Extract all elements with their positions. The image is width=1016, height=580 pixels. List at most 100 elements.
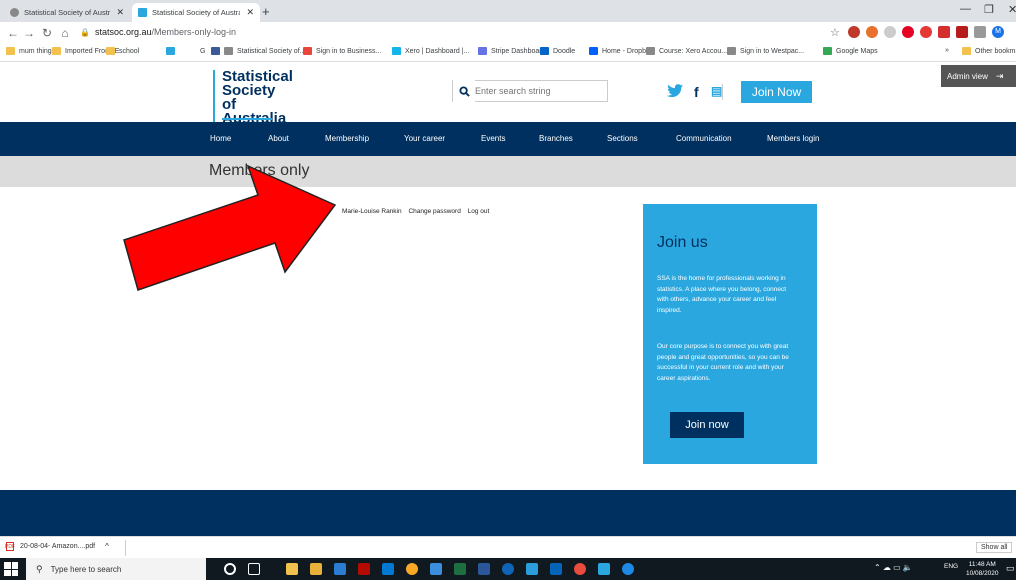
admin-view-button[interactable]: Admin view ⇥ [941, 65, 1016, 87]
minimize-icon[interactable]: — [960, 3, 971, 15]
change-password-link[interactable]: Change password [408, 208, 460, 215]
address-domain: statsoc.org.au [94, 27, 152, 37]
facebook-icon[interactable]: f [694, 84, 699, 100]
join-us-heading: Join us [657, 234, 708, 251]
chrome-icon[interactable] [406, 563, 418, 575]
close-icon[interactable]: ✕ [116, 7, 124, 18]
search-icon[interactable] [453, 80, 475, 102]
extension-pdf-icon[interactable] [956, 26, 968, 38]
bookmark-item[interactable]: Statistical Society of... [224, 47, 305, 55]
bookmark-item[interactable]: school [106, 47, 139, 55]
nav-item-events[interactable]: Events [481, 134, 505, 143]
extension-pinterest-icon[interactable] [902, 26, 914, 38]
tab-title: Statistical Society of Australia - M [152, 8, 241, 17]
cortana-icon[interactable] [224, 563, 236, 575]
page-title: Members only [209, 162, 310, 179]
bookmark-label: G [200, 47, 206, 55]
join-now-button[interactable]: Join Now [741, 81, 812, 103]
download-item[interactable]: PDF 20-08-04- Amazon....pdf ^ [5, 542, 109, 551]
taskbar-app-icon[interactable] [430, 563, 442, 575]
taskbar-app-icon[interactable] [598, 563, 610, 575]
user-name-link[interactable]: Marie-Louise Rankin [342, 208, 402, 215]
language-indicator[interactable]: ENG [944, 563, 958, 570]
forward-icon[interactable]: → [22, 26, 36, 40]
extension-shield-icon[interactable] [848, 26, 860, 38]
close-window-icon[interactable]: ✕ [1008, 3, 1016, 16]
taskbar-search[interactable]: ⚲ Type here to search [26, 558, 206, 580]
taskbar-search-placeholder: Type here to search [50, 564, 122, 574]
logo-rule [213, 70, 215, 122]
extension-brave-icon[interactable] [866, 26, 878, 38]
profile-avatar[interactable]: M [992, 26, 1004, 38]
chevron-up-icon[interactable]: ^ [105, 542, 109, 551]
nav-item-sections[interactable]: Sections [607, 134, 638, 143]
new-tab-button[interactable]: + [262, 4, 270, 19]
browser-toolbar: ← → ↻ ⌂ 🔒 statsoc.org.au /Members-only-l… [0, 22, 1016, 44]
restore-icon[interactable]: ❐ [984, 3, 994, 16]
close-icon[interactable]: ✕ [246, 7, 254, 18]
extension-adblock-icon[interactable] [920, 26, 932, 38]
bookmark-item[interactable]: Google Maps [823, 47, 878, 55]
back-icon[interactable]: ← [6, 26, 20, 40]
bookmark-item[interactable]: Xero | Dashboard |... [392, 47, 469, 55]
edge-icon[interactable] [502, 563, 514, 575]
taskbar-app-icon[interactable] [310, 563, 322, 575]
taskbar-app-icon[interactable] [622, 563, 634, 575]
twitter-icon[interactable] [667, 84, 683, 101]
bookmark-icon [303, 47, 312, 55]
nav-item-communication[interactable]: Communication [676, 134, 732, 143]
bookmark-item[interactable]: Course: Xero Accou... [646, 47, 727, 55]
chat-icon[interactable]: ▤ [711, 84, 722, 98]
browser-tab[interactable]: Statistical Society of Australia - I ✕ [4, 3, 130, 22]
notification-icon[interactable]: ▭ [1006, 563, 1015, 574]
bookmark-item[interactable]: G [187, 47, 205, 55]
file-explorer-icon[interactable] [286, 563, 298, 575]
system-tray-icons[interactable]: ⌃ ☁ ▭ 🔈 [874, 563, 913, 572]
bookmarks-overflow-button[interactable]: » [945, 47, 949, 54]
excel-icon[interactable] [454, 563, 466, 575]
bookmark-item[interactable]: Stripe Dashboard [478, 47, 545, 55]
bookmark-item[interactable]: Sign in to Westpac... [727, 47, 804, 55]
reload-icon[interactable]: ↻ [40, 26, 54, 40]
join-now-panel-button[interactable]: Join now [670, 412, 744, 438]
nav-item-membership[interactable]: Membership [325, 134, 369, 143]
extension-red-icon[interactable] [938, 26, 950, 38]
join-us-text-2: Our core purpose is to connect you with … [657, 343, 789, 382]
mail-icon[interactable] [382, 563, 394, 575]
extension-grey-icon[interactable] [884, 26, 896, 38]
nav-item-members-login[interactable]: Members login [767, 134, 819, 143]
word-icon[interactable] [478, 563, 490, 575]
nav-item-branches[interactable]: Branches [539, 134, 573, 143]
taskbar-app-icon[interactable] [334, 563, 346, 575]
bookmark-item[interactable] [211, 47, 224, 55]
logout-link[interactable]: Log out [468, 208, 490, 215]
windows-start-icon[interactable] [4, 562, 18, 576]
nav-item-about[interactable]: About [268, 134, 289, 143]
bookmark-label: mum things [19, 47, 56, 55]
browser-tab-active[interactable]: Statistical Society of Australia - M ✕ [132, 3, 260, 22]
taskbar-clock[interactable]: 11:48 AM 10/08/2020 [966, 560, 999, 578]
bookmark-item[interactable]: Home - Dropbox [589, 47, 653, 55]
bookmark-item[interactable]: Sign in to Business... [303, 47, 381, 55]
star-icon[interactable]: ☆ [830, 26, 840, 39]
nav-item-your-career[interactable]: Your career [404, 134, 445, 143]
bookmark-item[interactable]: mum things [6, 47, 55, 55]
address-bar[interactable]: 🔒 statsoc.org.au /Members-only-log-in [80, 27, 236, 37]
extension-puzzle-icon[interactable] [974, 26, 986, 38]
outlook-icon[interactable] [550, 563, 562, 575]
taskbar-app-icon[interactable] [574, 563, 586, 575]
other-bookmarks-folder[interactable]: Other bookmarks [962, 47, 1016, 55]
bookmark-icon [823, 47, 832, 55]
bookmark-icon [52, 47, 61, 55]
bookmark-item[interactable] [166, 47, 179, 55]
bookmark-item[interactable]: Doodle [540, 47, 575, 55]
exit-icon[interactable]: ⇥ [996, 71, 1004, 82]
bookmark-icon [187, 47, 196, 55]
home-icon[interactable]: ⌂ [58, 26, 72, 40]
show-all-button[interactable]: Show all [976, 542, 1013, 553]
task-view-icon[interactable] [248, 563, 260, 575]
search-input[interactable] [475, 86, 601, 96]
taskbar-app-icon[interactable] [526, 563, 538, 575]
nav-item-home[interactable]: Home [210, 134, 231, 143]
acrobat-icon[interactable] [358, 563, 370, 575]
